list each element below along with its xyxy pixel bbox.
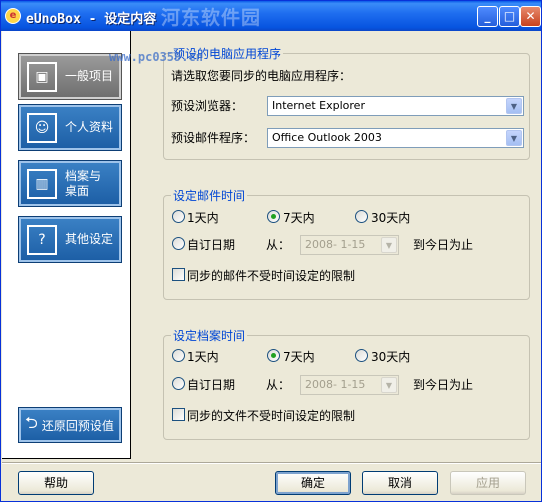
mail-program-label: 预设邮件程序： bbox=[171, 131, 256, 145]
help-button[interactable]: 帮助 bbox=[18, 471, 94, 495]
sidebar-item-label: 档案与 桌面 bbox=[65, 168, 102, 198]
mail-no-limit-checkbox[interactable] bbox=[172, 268, 185, 281]
mail-option-label: 30天内 bbox=[371, 211, 411, 225]
sidebar-item-label: 一般项目 bbox=[65, 69, 114, 83]
restore-defaults-button[interactable]: ⮌ 还原回预设值 bbox=[18, 407, 122, 443]
file-from-label: 从： bbox=[266, 378, 291, 392]
mail-from-date-picker[interactable]: 2008- 1-15 ▼ bbox=[300, 235, 399, 255]
window-title: eUnoBox - 设定内容 bbox=[26, 12, 157, 27]
sidebar: ▣ 一般项目 ☺ 个人资料 ▥ 档案与 桌面 ? 其他设定 ⮌ 还原回预设值 bbox=[2, 31, 131, 459]
apply-button[interactable]: 应用 bbox=[450, 471, 526, 495]
building-icon: ▥ bbox=[27, 168, 57, 199]
chevron-down-icon: ▼ bbox=[381, 237, 397, 253]
mail-radio-1day[interactable] bbox=[172, 210, 185, 223]
file-no-limit-checkbox[interactable] bbox=[172, 408, 185, 421]
restore-defaults-label: 还原回预设值 bbox=[41, 418, 114, 433]
mail-no-limit-label: 同步的邮件不受时间设定的限制 bbox=[187, 269, 356, 283]
file-time-legend: 设定档案时间 bbox=[173, 329, 246, 343]
file-from-date-value: 2008- 1-15 bbox=[305, 378, 366, 391]
mail-to-label: 到今日为止 bbox=[413, 238, 474, 252]
browser-select-value: Internet Explorer bbox=[272, 99, 365, 112]
watermark-url: www.pc0359.cn bbox=[109, 50, 203, 64]
file-option-label: 7天内 bbox=[283, 350, 315, 364]
sidebar-item-general[interactable]: ▣ 一般项目 bbox=[18, 53, 122, 100]
profile-card-icon: ☺ bbox=[27, 112, 57, 143]
cancel-button[interactable]: 取消 bbox=[362, 471, 438, 495]
sidebar-item-other[interactable]: ? 其他设定 bbox=[18, 216, 122, 263]
apps-prompt: 请选取您要同步的电脑应用程序： bbox=[171, 69, 352, 83]
file-to-label: 到今日为止 bbox=[413, 378, 474, 392]
sidebar-item-label: 个人资料 bbox=[65, 120, 114, 134]
question-icon: ? bbox=[27, 224, 57, 255]
title-bar[interactable]: e eUnoBox - 设定内容 河东软件园 _ □ ✕ bbox=[1, 1, 541, 31]
file-radio-30days[interactable] bbox=[355, 349, 368, 362]
close-button[interactable]: ✕ bbox=[520, 6, 541, 27]
file-no-limit-label: 同步的文件不受时间设定的限制 bbox=[187, 409, 356, 423]
browser-label: 预设浏览器： bbox=[171, 99, 244, 113]
mail-program-select[interactable]: Office Outlook 2003 ▼ bbox=[267, 128, 524, 148]
chevron-down-icon[interactable]: ▼ bbox=[506, 130, 522, 146]
maximize-button[interactable]: □ bbox=[499, 6, 520, 27]
file-from-date-picker[interactable]: 2008- 1-15 ▼ bbox=[300, 375, 399, 395]
mail-program-select-value: Office Outlook 2003 bbox=[272, 131, 382, 144]
mail-radio-7days[interactable] bbox=[267, 210, 280, 223]
watermark-text: 河东软件园 bbox=[161, 7, 262, 29]
chevron-down-icon: ▼ bbox=[381, 377, 397, 393]
file-radio-7days[interactable] bbox=[267, 349, 280, 362]
mail-radio-30days[interactable] bbox=[355, 210, 368, 223]
mail-custom-label: 自订日期 bbox=[187, 238, 236, 252]
mail-from-label: 从： bbox=[266, 238, 291, 252]
chevron-down-icon[interactable]: ▼ bbox=[506, 98, 522, 114]
footer-divider bbox=[2, 462, 541, 464]
undo-arrow-icon: ⮌ bbox=[25, 412, 38, 432]
file-custom-label: 自订日期 bbox=[187, 378, 236, 392]
app-logo-icon: e bbox=[5, 8, 21, 24]
mail-option-label: 1天内 bbox=[187, 211, 219, 225]
dialog-window: e eUnoBox - 设定内容 河东软件园 _ □ ✕ www.pc0359.… bbox=[0, 0, 542, 502]
monitor-icon: ▣ bbox=[27, 61, 57, 92]
mail-time-legend: 设定邮件时间 bbox=[173, 189, 246, 203]
sidebar-item-label: 其他设定 bbox=[65, 232, 114, 246]
mail-from-date-value: 2008- 1-15 bbox=[305, 238, 366, 251]
mail-radio-custom[interactable] bbox=[172, 237, 185, 250]
mail-option-label: 7天内 bbox=[283, 211, 315, 225]
sidebar-item-files-desktop[interactable]: ▥ 档案与 桌面 bbox=[18, 160, 122, 207]
ok-button[interactable]: 确定 bbox=[275, 471, 351, 495]
browser-select[interactable]: Internet Explorer ▼ bbox=[267, 96, 524, 116]
file-radio-custom[interactable] bbox=[172, 377, 185, 390]
file-option-label: 1天内 bbox=[187, 350, 219, 364]
file-radio-1day[interactable] bbox=[172, 349, 185, 362]
minimize-button[interactable]: _ bbox=[477, 6, 498, 27]
sidebar-item-profile[interactable]: ☺ 个人资料 bbox=[18, 104, 122, 151]
file-option-label: 30天内 bbox=[371, 350, 411, 364]
